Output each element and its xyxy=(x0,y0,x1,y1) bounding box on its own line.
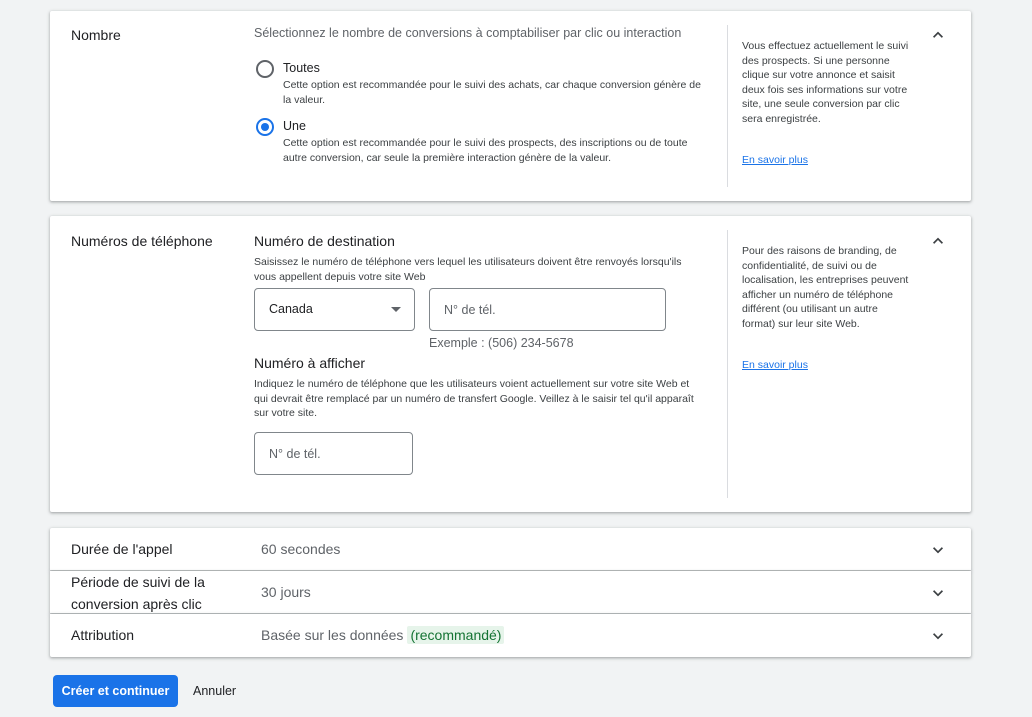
option-one-desc: Cette option est recommandée pour le sui… xyxy=(283,137,688,164)
count-learn-more-link[interactable]: En savoir plus xyxy=(742,154,808,166)
chevron-down-icon xyxy=(933,633,943,640)
display-phone-input[interactable] xyxy=(255,433,412,474)
dropdown-arrow-icon xyxy=(391,307,401,312)
radio-one[interactable] xyxy=(256,118,274,136)
collapse-count-button[interactable] xyxy=(928,25,948,45)
row-value-tracking: 30 jours xyxy=(261,584,311,600)
section-title-count: Nombre xyxy=(71,27,121,43)
cancel-button[interactable]: Annuler xyxy=(186,675,243,707)
display-phone-field[interactable] xyxy=(254,432,413,475)
chevron-down-icon xyxy=(933,590,943,597)
row-value-attribution: Basée sur les données (recommandé) xyxy=(261,626,505,644)
destination-phone-input[interactable] xyxy=(430,289,665,330)
phone-section: Numéros de téléphone Numéro de destinati… xyxy=(50,216,971,512)
help-divider xyxy=(727,230,728,498)
chevron-down-icon xyxy=(933,547,943,554)
recommended-badge: (recommandé) xyxy=(407,626,505,644)
option-all-label: Toutes xyxy=(283,61,320,75)
help-divider xyxy=(727,25,728,187)
destination-title: Numéro de destination xyxy=(254,233,395,249)
attribution-row[interactable]: Attribution Basée sur les données (recomm… xyxy=(50,614,971,657)
attribution-value: Basée sur les données xyxy=(261,627,404,643)
count-section: Nombre Sélectionnez le nombre de convers… xyxy=(50,11,971,201)
chevron-up-icon xyxy=(933,31,943,38)
tracking-period-row[interactable]: Période de suivi de la conversion après … xyxy=(50,571,971,613)
option-one-label: Une xyxy=(283,119,306,133)
expand-tracking-button[interactable] xyxy=(928,583,948,603)
section-title-phone: Numéros de téléphone xyxy=(71,233,213,249)
phone-example: Exemple : (506) 234-5678 xyxy=(429,336,574,350)
destination-desc: Saisissez le numéro de téléphone vers le… xyxy=(254,256,682,283)
count-prompt: Sélectionnez le nombre de conversions à … xyxy=(254,26,682,40)
country-select[interactable]: Canada xyxy=(254,288,415,331)
row-title-attribution: Attribution xyxy=(71,627,135,643)
destination-phone-field[interactable] xyxy=(429,288,666,331)
display-number-title: Numéro à afficher xyxy=(254,355,366,371)
phone-help-text: Pour des raisons de branding, de confide… xyxy=(742,245,909,330)
row-title-duration: Durée de l'appel xyxy=(71,541,173,557)
row-value-duration: 60 secondes xyxy=(261,541,341,557)
phone-learn-more-link[interactable]: En savoir plus xyxy=(742,359,808,371)
create-continue-button[interactable]: Créer et continuer xyxy=(53,675,178,707)
expand-attribution-button[interactable] xyxy=(928,626,948,646)
display-number-desc: Indiquez le numéro de téléphone que les … xyxy=(254,378,694,419)
country-select-value: Canada xyxy=(269,302,313,316)
row-title-tracking: Période de suivi de la conversion après … xyxy=(71,574,205,612)
chevron-up-icon xyxy=(933,237,943,244)
collapse-phone-button[interactable] xyxy=(928,231,948,251)
count-help-text: Vous effectuez actuellement le suivi des… xyxy=(742,40,909,125)
expand-duration-button[interactable] xyxy=(928,540,948,560)
option-all-desc: Cette option est recommandée pour le sui… xyxy=(283,79,701,106)
radio-all[interactable] xyxy=(256,60,274,78)
call-duration-row[interactable]: Durée de l'appel 60 secondes xyxy=(50,528,971,570)
